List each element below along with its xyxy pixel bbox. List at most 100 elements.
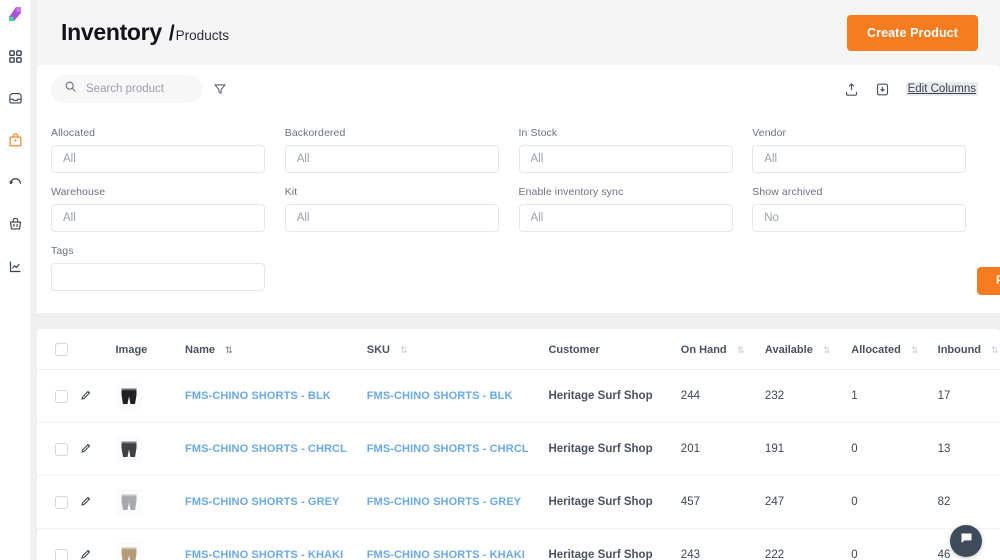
upload-icon[interactable]: [844, 82, 859, 97]
edit-row-icon[interactable]: [80, 495, 92, 507]
row-sku-cell: FMS-CHINO SHORTS - KHAKI: [366, 528, 549, 560]
basket-icon: [8, 217, 23, 232]
filter-input-kit[interactable]: [284, 204, 499, 232]
filter-label: Tags: [51, 245, 74, 257]
row-available-cell: 222: [764, 528, 852, 560]
column-on-hand[interactable]: On Hand ⇅: [680, 329, 765, 370]
sidebar-item-purchasing[interactable]: [3, 212, 27, 236]
filter-input-in-stock[interactable]: [518, 145, 733, 173]
inbox-tray-icon: [8, 91, 23, 106]
sidebar-item-reports[interactable]: [3, 254, 27, 278]
row-checkbox[interactable]: [55, 442, 68, 456]
sidebar-item-inventory[interactable]: [3, 128, 27, 152]
chat-support-button[interactable]: [950, 525, 982, 557]
edit-row-icon[interactable]: [80, 548, 92, 560]
filter-backordered: Backordered: [284, 127, 519, 173]
filter-input-backordered[interactable]: [284, 145, 499, 173]
page-title: Inventory: [61, 19, 162, 45]
row-customer-cell: Heritage Surf Shop: [548, 422, 681, 476]
table-row[interactable]: FMS-CHINO SHORTS - BLK FMS-CHINO SHORTS -…: [37, 369, 1000, 423]
edit-row-icon[interactable]: [80, 442, 92, 454]
product-sku-link[interactable]: FMS-CHINO SHORTS - KHAKI: [367, 549, 525, 560]
filter-label: Show archived: [752, 186, 823, 198]
filter-button[interactable]: Filter: [977, 267, 1000, 295]
column-allocated[interactable]: Allocated ⇅: [851, 329, 938, 370]
sidebar-item-returns[interactable]: [3, 170, 27, 194]
shopping-bag-icon: [8, 132, 23, 148]
row-checkbox[interactable]: [55, 548, 68, 560]
page-body: Inventory / Products Create Product Sear…: [30, 0, 1000, 560]
sort-both-icon[interactable]: ⇅: [823, 345, 831, 355]
row-select-cell: [37, 475, 80, 529]
row-on-hand-cell: 457: [680, 475, 765, 529]
row-edit-cell: [79, 528, 116, 560]
breadcrumb-separator: /: [168, 22, 175, 45]
column-customer[interactable]: Customer: [548, 329, 681, 370]
filter-input-enable-inventory-sync[interactable]: [518, 204, 733, 232]
filter-input-vendor[interactable]: [752, 145, 967, 173]
column-available[interactable]: Available ⇅: [764, 329, 852, 370]
download-box-icon[interactable]: [875, 82, 890, 97]
column-inbound[interactable]: Inbound ⇅: [937, 329, 1000, 370]
line-chart-icon: [8, 259, 23, 274]
row-sku-cell: FMS-CHINO SHORTS - BLK: [366, 369, 549, 423]
select-all-checkbox[interactable]: [55, 343, 68, 356]
filter-actions: Filter Reset: [977, 245, 1000, 295]
filter-input-tags[interactable]: [51, 263, 265, 291]
product-sku-link[interactable]: FMS-CHINO SHORTS - GREY: [367, 496, 521, 508]
product-name-link[interactable]: FMS-CHINO SHORTS - GREY: [185, 496, 339, 508]
row-select-cell: [37, 528, 80, 560]
row-allocated-cell: 1: [851, 369, 938, 423]
page-header: Inventory / Products Create Product: [37, 0, 1000, 65]
column-sku[interactable]: SKU ⇅: [366, 329, 549, 370]
filter-input-allocated[interactable]: [51, 145, 265, 173]
search-box[interactable]: [51, 75, 203, 103]
row-edit-cell: [79, 369, 116, 423]
row-customer-cell: Heritage Surf Shop: [548, 528, 681, 560]
products-table-card: Image Name ⇅ SKU ⇅ Customer On Hand ⇅ Av…: [37, 329, 1000, 560]
customer-name: Heritage Surf Shop: [548, 496, 653, 508]
product-sku-link[interactable]: FMS-CHINO SHORTS - CHRCL: [367, 443, 529, 455]
sort-both-icon[interactable]: ⇅: [737, 345, 745, 355]
product-sku-link[interactable]: FMS-CHINO SHORTS - BLK: [367, 390, 513, 402]
table-row[interactable]: FMS-CHINO SHORTS - CHRCL FMS-CHINO SHORTS…: [37, 422, 1000, 476]
row-allocated-cell: 0: [851, 528, 938, 560]
filter-row-1: Allocated Backordered In Stock Vendor: [51, 127, 986, 173]
column-image[interactable]: Image: [115, 329, 186, 370]
edit-columns-link[interactable]: Edit Columns: [905, 82, 978, 96]
sort-both-icon[interactable]: ⇅: [911, 345, 919, 355]
row-available-cell: 232: [764, 369, 852, 423]
row-checkbox[interactable]: [55, 389, 68, 403]
column-label: Name: [185, 343, 215, 356]
black-chino-shorts-thumbnail: [115, 383, 186, 409]
search-input[interactable]: [86, 83, 189, 95]
column-label: Allocated: [851, 343, 901, 356]
row-checkbox[interactable]: [55, 495, 68, 509]
row-sku-cell: FMS-CHINO SHORTS - GREY: [366, 475, 549, 529]
table-row[interactable]: FMS-CHINO SHORTS - KHAKI FMS-CHINO SHORTS…: [37, 528, 1000, 560]
sidebar-item-inbox[interactable]: [3, 86, 27, 110]
filter-input-warehouse[interactable]: [51, 204, 265, 232]
product-name-link[interactable]: FMS-CHINO SHORTS - CHRCL: [185, 443, 347, 455]
sidebar-item-dashboard[interactable]: [3, 44, 27, 68]
filter-input-show-archived[interactable]: [752, 204, 967, 232]
row-edit-cell: [79, 475, 116, 529]
row-inbound-cell: 17: [937, 369, 1000, 423]
product-name-link[interactable]: FMS-CHINO SHORTS - KHAKI: [185, 549, 343, 560]
filter-funnel-icon[interactable]: [213, 82, 227, 96]
sort-asc-icon[interactable]: ⇅: [225, 345, 233, 355]
row-inbound-cell: 82: [937, 475, 1000, 529]
app-logo-mark[interactable]: [5, 4, 25, 24]
column-name[interactable]: Name ⇅: [185, 329, 367, 370]
table-scroll-region[interactable]: Image Name ⇅ SKU ⇅ Customer On Hand ⇅ Av…: [37, 329, 1000, 560]
edit-row-icon[interactable]: [80, 389, 92, 401]
row-allocated-cell: 0: [851, 422, 938, 476]
product-name-link[interactable]: FMS-CHINO SHORTS - BLK: [185, 390, 331, 402]
row-image-cell: [115, 528, 186, 560]
row-name-cell: FMS-CHINO SHORTS - CHRCL: [185, 422, 367, 476]
filter-allocated: Allocated: [51, 127, 285, 173]
sort-both-icon[interactable]: ⇅: [400, 345, 408, 355]
table-row[interactable]: FMS-CHINO SHORTS - GREY FMS-CHINO SHORTS …: [37, 475, 1000, 529]
create-product-button[interactable]: Create Product: [846, 14, 978, 51]
sort-both-icon[interactable]: ⇅: [991, 345, 999, 355]
